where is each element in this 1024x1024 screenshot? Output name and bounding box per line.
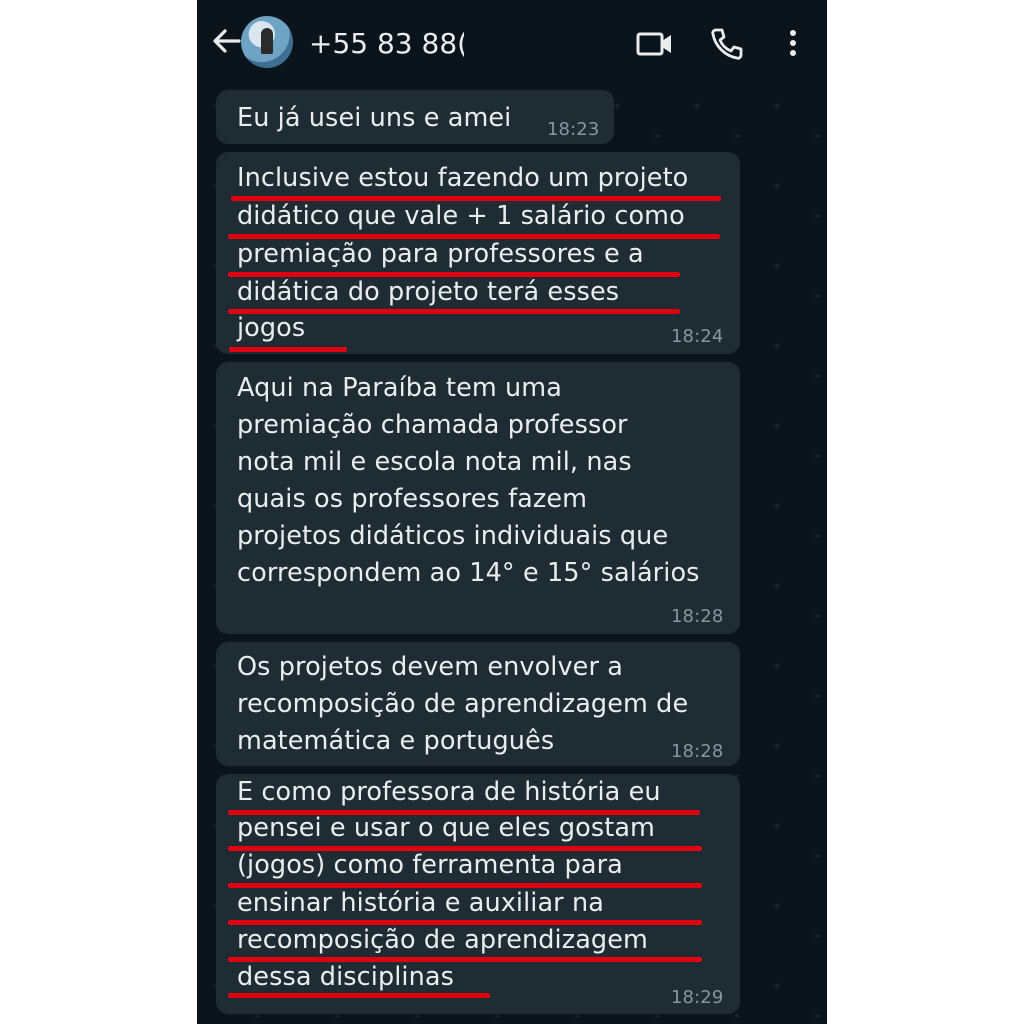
message-text: premiação para professores e a — [237, 239, 644, 269]
message-text: didática do projeto terá esses — [237, 277, 620, 307]
message-text: E como professora de história eu — [237, 777, 661, 807]
phone-icon[interactable] — [707, 24, 747, 64]
message-text: pensei e usar o que eles gostam — [237, 813, 655, 843]
message-bubble[interactable]: Eu já usei uns e amei 18:23 — [216, 90, 614, 144]
red-underline — [228, 920, 702, 925]
message-text: recomposição de aprendizagem — [237, 925, 648, 955]
message-bubble[interactable]: Aqui na Paraíba tem uma premiação chamad… — [216, 362, 740, 634]
more-vert-icon[interactable] — [775, 24, 815, 64]
message-text: ensinar história e auxiliar na — [237, 888, 604, 918]
red-underline — [228, 309, 680, 314]
message-text: Eu já usei uns e amei — [237, 103, 512, 133]
message-text: premiação chamada professor — [237, 410, 628, 440]
message-text: didático que vale + 1 salário como — [237, 201, 685, 231]
red-underline — [229, 347, 347, 352]
contact-name[interactable]: +55 83 88( — [309, 24, 464, 64]
message-text: correspondem ao 14° e 15° salários — [237, 558, 700, 588]
red-underline — [228, 846, 702, 851]
message-timestamp: 18:29 — [671, 987, 724, 1008]
message-timestamp: 18:24 — [671, 326, 724, 347]
chat-header: +55 83 88( — [197, 0, 827, 86]
message-bubble[interactable]: Os projetos devem envolver a recomposiçã… — [216, 642, 740, 766]
message-text: projetos didáticos individuais que — [237, 521, 669, 551]
message-text: Aqui na Paraíba tem uma — [237, 373, 562, 403]
red-underline — [228, 810, 700, 815]
message-timestamp: 18:28 — [671, 741, 724, 762]
message-bubble[interactable]: E como professora de história eu pensei … — [216, 774, 740, 1014]
arrow-left-icon[interactable] — [209, 24, 243, 58]
message-timestamp: 18:23 — [547, 119, 600, 140]
message-text: matemática e português — [237, 726, 555, 756]
red-underline — [228, 234, 720, 239]
red-underline — [231, 196, 721, 201]
message-text: dessa disciplinas — [237, 962, 454, 992]
chat-screen: +55 83 88( Eu já usei uns e amei 18:23 I… — [197, 0, 827, 1024]
message-text: recomposição de aprendizagem de — [237, 689, 689, 719]
red-underline — [228, 883, 702, 888]
red-underline — [228, 957, 702, 962]
red-underline — [228, 272, 680, 277]
avatar[interactable] — [241, 16, 293, 68]
message-list: Eu já usei uns e amei 18:23 Inclusive es… — [197, 86, 827, 1024]
message-text: nota mil e escola nota mil, nas — [237, 447, 632, 477]
video-call-icon[interactable] — [635, 24, 675, 64]
red-underline — [228, 993, 490, 998]
message-text: (jogos) como ferramenta para — [237, 850, 623, 880]
message-bubble[interactable]: Inclusive estou fazendo um projeto didát… — [216, 152, 740, 354]
message-timestamp: 18:28 — [671, 606, 724, 627]
message-text: jogos — [237, 313, 306, 343]
message-text: Inclusive estou fazendo um projeto — [237, 163, 689, 193]
message-text: Os projetos devem envolver a — [237, 652, 623, 682]
message-text: quais os professores fazem — [237, 484, 588, 514]
